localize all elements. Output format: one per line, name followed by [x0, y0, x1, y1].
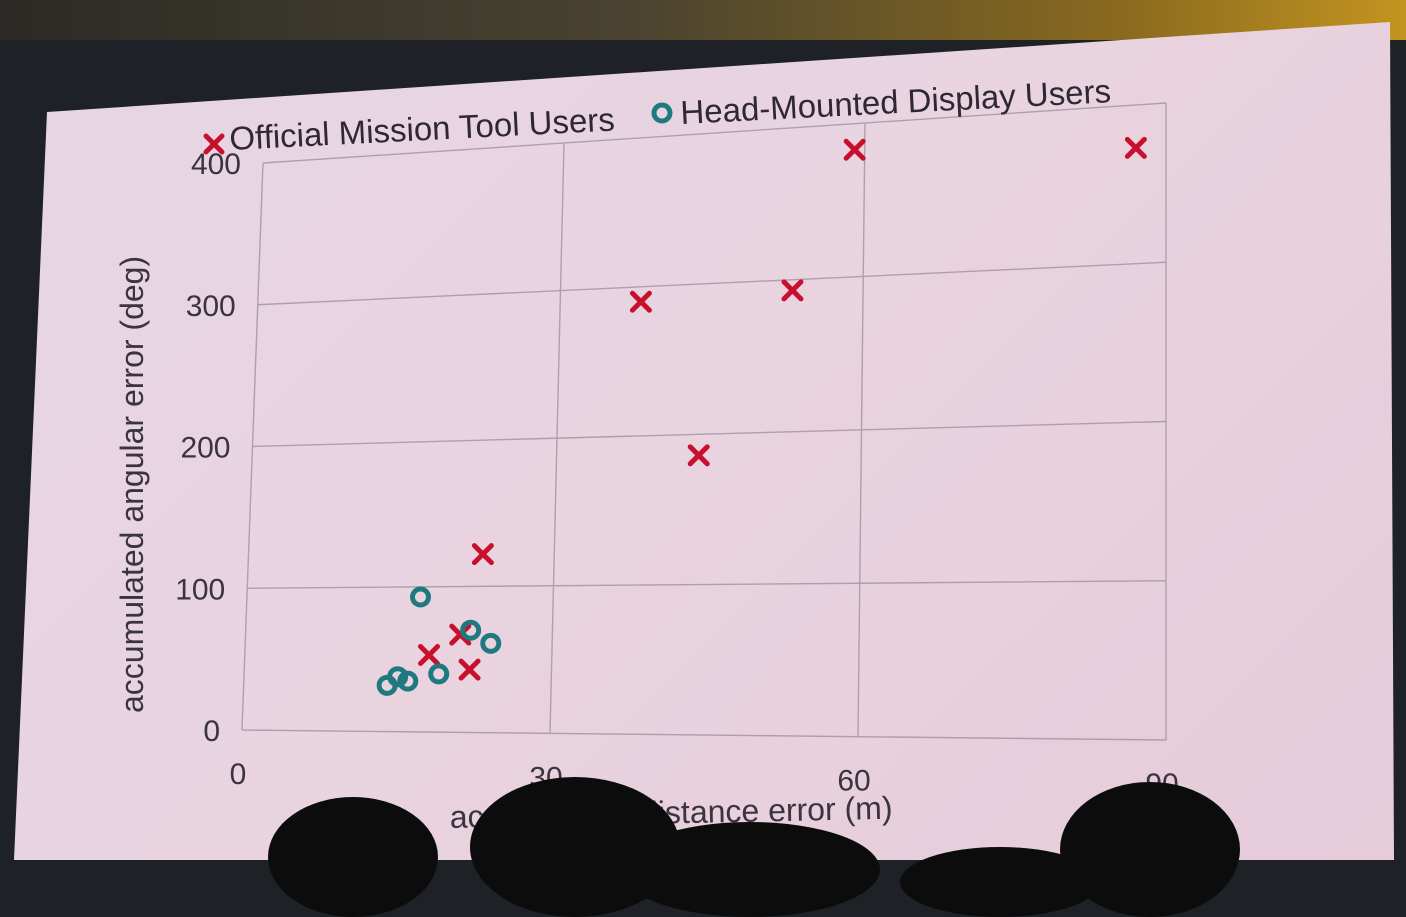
legend-item-official-mission-tool: Official Mission Tool Users [203, 101, 616, 157]
grid-line-horizontal [241, 729, 1167, 741]
data-point-o-marker [409, 586, 431, 608]
data-point-o-marker [397, 670, 419, 692]
legend-o-marker [651, 102, 673, 124]
grid-line-horizontal [257, 261, 1167, 306]
legend-label: Official Mission Tool Users [228, 101, 615, 157]
data-points [376, 136, 1147, 696]
legend: Official Mission Tool Users Head-Mounted… [203, 72, 1112, 157]
grid [241, 102, 1167, 741]
y-tick-label: 0 [203, 715, 220, 748]
data-point-o-marker [376, 674, 398, 696]
data-point-o-marker [428, 663, 450, 685]
grid-line-horizontal [247, 580, 1167, 589]
data-point-x-marker [843, 138, 866, 161]
audience-head [268, 797, 438, 917]
y-tick-label: 300 [186, 290, 236, 323]
data-point-x-marker [471, 543, 494, 566]
data-point-o-marker [480, 632, 502, 654]
data-point-x-marker [458, 658, 481, 681]
data-point-x-marker [781, 279, 804, 302]
grid-line-horizontal [252, 420, 1167, 448]
x-tick-label: 0 [230, 758, 247, 791]
audience-head [620, 822, 880, 917]
data-point-x-marker [418, 644, 441, 667]
data-point-x-marker [1124, 136, 1147, 159]
legend-label: Head-Mounted Display Users [679, 72, 1111, 131]
data-point-x-marker [629, 290, 652, 313]
y-axis-label: accumulated angular error (deg) [114, 256, 150, 713]
scatter-chart: 03060900100200300400 Official Mission To… [114, 72, 1179, 835]
data-point-o-marker [460, 619, 482, 641]
audience-head [1060, 782, 1240, 917]
tick-labels: 03060900100200300400 [175, 148, 1179, 801]
data-point-x-marker [687, 444, 710, 467]
y-tick-label: 100 [175, 573, 225, 606]
y-tick-label: 200 [180, 432, 230, 465]
